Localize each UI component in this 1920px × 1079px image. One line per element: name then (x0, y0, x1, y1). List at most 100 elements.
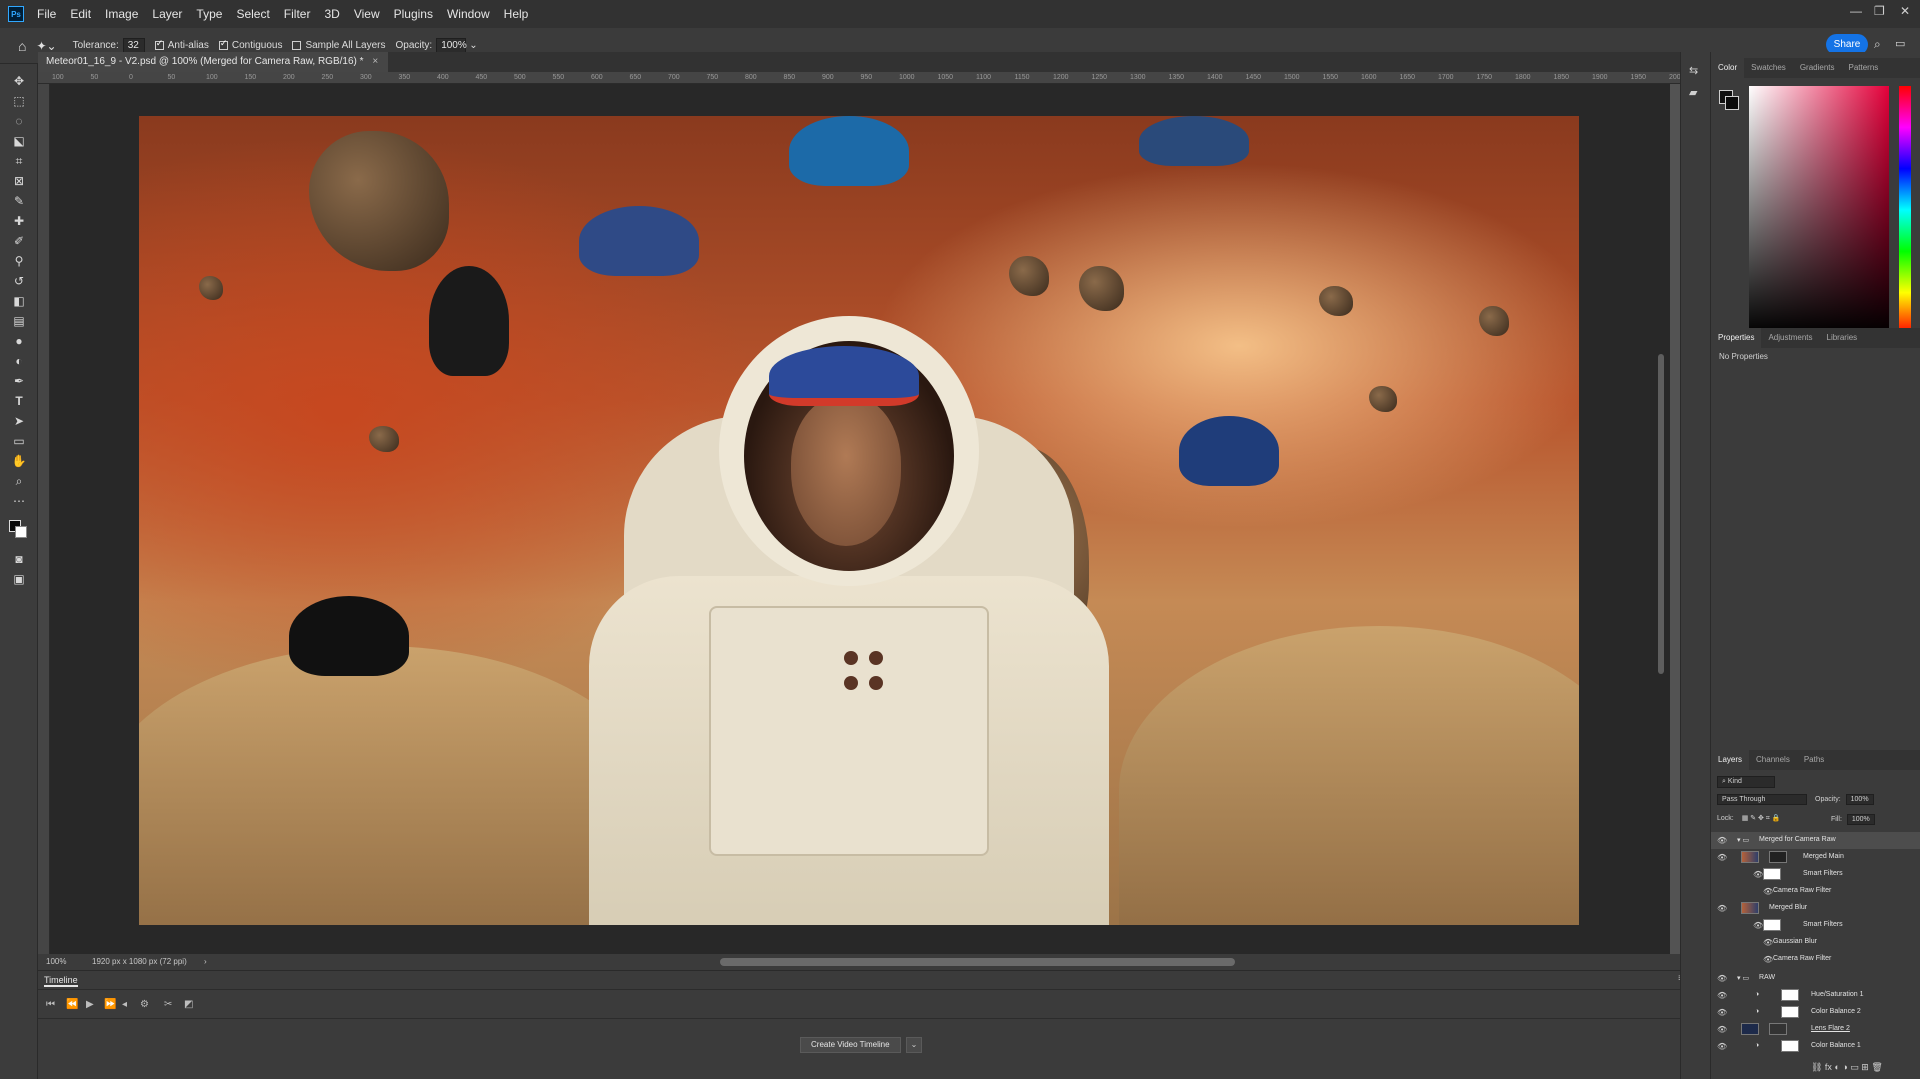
layer-row[interactable]: 👁 ◑ Color Balance 2 (1711, 1004, 1920, 1021)
menu-edit[interactable]: Edit (63, 7, 98, 21)
tab-swatches[interactable]: Swatches (1744, 58, 1793, 78)
settings-gear-icon[interactable]: ⚙ (140, 999, 149, 1010)
background-color-swatch[interactable] (15, 526, 27, 538)
healing-brush-tool-icon[interactable]: ✚ (11, 214, 27, 228)
gradient-tool-icon[interactable]: ▤ (11, 314, 27, 328)
hue-slider[interactable] (1899, 86, 1911, 334)
color-picker-field[interactable] (1749, 86, 1889, 334)
timeline-tab[interactable]: Timeline (44, 975, 78, 987)
tab-adjustments[interactable]: Adjustments (1761, 328, 1819, 348)
eraser-tool-icon[interactable]: ◧ (11, 294, 27, 308)
tab-libraries[interactable]: Libraries (1820, 328, 1865, 348)
menu-view[interactable]: View (347, 7, 387, 21)
tab-channels[interactable]: Channels (1749, 750, 1797, 770)
visibility-eye-icon[interactable]: 👁 (1763, 938, 1773, 947)
next-frame-icon[interactable]: ⏩ (104, 999, 116, 1010)
tab-layers[interactable]: Layers (1711, 750, 1750, 770)
anti-alias-checkbox[interactable]: Anti-alias (154, 38, 209, 51)
layer-row[interactable]: 👁 Merged Main (1711, 849, 1920, 866)
layer-row[interactable]: 👁 ▾ ▭ RAW (1711, 970, 1920, 987)
document-canvas[interactable] (139, 116, 1579, 925)
split-scissors-icon[interactable]: ✂ (164, 999, 172, 1010)
magic-wand-tool-icon[interactable]: ✦⌄ (36, 39, 56, 53)
layers-footer-icons[interactable]: ⛓ fx ◐ ◑ ▭ ⊞ 🗑 (1811, 1062, 1883, 1073)
dodge-tool-icon[interactable]: ◐ (11, 354, 27, 368)
sample-all-layers-checkbox[interactable]: Sample All Layers (292, 40, 386, 51)
transition-icon[interactable]: ◩ (184, 999, 193, 1010)
marquee-tool-icon[interactable]: ⬚ (11, 94, 27, 108)
close-tab-icon[interactable]: × (372, 56, 378, 67)
blur-tool-icon[interactable]: ● (11, 334, 27, 348)
document-info[interactable]: 1920 px x 1080 px (72 ppi) (92, 954, 187, 970)
lasso-tool-icon[interactable]: ◌ (11, 114, 27, 128)
layer-row[interactable]: 👁 Smart Filters (1711, 866, 1920, 883)
visibility-eye-icon[interactable]: 👁 (1753, 870, 1763, 879)
history-brush-tool-icon[interactable]: ↺ (11, 274, 27, 288)
quick-mask-icon[interactable]: ◙ (11, 552, 27, 566)
visibility-eye-icon[interactable]: 👁 (1763, 955, 1773, 964)
layer-row[interactable]: 👁 Lens Flare 2 (1711, 1021, 1920, 1038)
tab-color[interactable]: Color (1711, 58, 1745, 78)
visibility-eye-icon[interactable]: 👁 (1717, 974, 1727, 983)
move-tool-icon[interactable]: ✥ (11, 74, 27, 88)
zoom-level[interactable]: 100% (46, 954, 66, 970)
visibility-eye-icon[interactable]: 👁 (1717, 904, 1727, 913)
zoom-tool-icon[interactable]: ⌕ (11, 474, 27, 488)
visibility-eye-icon[interactable]: 👁 (1753, 921, 1763, 930)
audio-icon[interactable]: ◂ (122, 999, 127, 1010)
tab-patterns[interactable]: Patterns (1842, 58, 1886, 78)
tab-gradients[interactable]: Gradients (1793, 58, 1842, 78)
path-selection-tool-icon[interactable]: ➤ (11, 414, 27, 428)
contiguous-checkbox[interactable]: Contiguous (218, 38, 282, 51)
menu-file[interactable]: File (30, 7, 63, 21)
crop-tool-icon[interactable]: ⌗ (11, 154, 27, 168)
layer-row[interactable]: 👁 ◑ Hue/Saturation 1 (1711, 987, 1920, 1004)
eyedropper-tool-icon[interactable]: ✎ (11, 194, 27, 208)
status-arrow-icon[interactable]: › (204, 954, 207, 970)
canvas-area[interactable] (50, 84, 1670, 954)
first-frame-icon[interactable]: ⏮ (46, 999, 55, 1010)
blend-mode-select[interactable]: Pass Through (1717, 794, 1807, 805)
workspace-icon[interactable]: ▭ (1895, 37, 1905, 50)
more-tools-icon[interactable]: ⋯ (11, 494, 27, 508)
brush-tool-icon[interactable]: ✐ (11, 234, 27, 248)
previous-frame-icon[interactable]: ⏪ (66, 999, 78, 1010)
layer-row[interactable]: 👁 Camera Raw Filter (1711, 883, 1920, 900)
timeline-type-dropdown[interactable]: ⌄ (906, 1037, 922, 1053)
layer-row[interactable]: 👁 ◑ Color Balance 1 (1711, 1038, 1920, 1055)
minimize-button[interactable]: — (1850, 4, 1862, 18)
object-select-tool-icon[interactable]: ⬕ (11, 134, 27, 148)
close-window-button[interactable]: ✕ (1900, 4, 1910, 18)
comments-icon[interactable]: ▰ (1689, 86, 1697, 99)
visibility-eye-icon[interactable]: 👁 (1717, 853, 1727, 862)
menu-layer[interactable]: Layer (145, 7, 189, 21)
menu-window[interactable]: Window (440, 7, 497, 21)
tab-properties[interactable]: Properties (1711, 328, 1762, 348)
menu-filter[interactable]: Filter (277, 7, 318, 21)
kind-filter-select[interactable]: ⌕ Kind (1717, 776, 1775, 788)
fill-input[interactable]: 100% (1846, 814, 1875, 825)
play-icon[interactable]: ▶ (86, 999, 94, 1010)
visibility-eye-icon[interactable]: 👁 (1763, 887, 1773, 896)
visibility-eye-icon[interactable]: 👁 (1717, 1025, 1727, 1034)
pen-tool-icon[interactable]: ✒ (11, 374, 27, 388)
home-icon[interactable]: ⌂ (18, 38, 26, 54)
maximize-button[interactable]: ❐ (1874, 4, 1885, 18)
layer-row[interactable]: 👁 ▾ ▭ Merged for Camera Raw (1711, 832, 1920, 849)
layer-opacity-input[interactable]: 100% (1845, 794, 1874, 805)
tab-paths[interactable]: Paths (1797, 750, 1831, 770)
vertical-scrollbar[interactable] (1658, 354, 1664, 674)
search-icon[interactable]: ⌕ (1874, 37, 1881, 52)
clone-stamp-tool-icon[interactable]: ⚲ (11, 254, 27, 268)
background-color-chip[interactable] (1725, 96, 1739, 110)
layer-row[interactable]: 👁 Camera Raw Filter (1711, 951, 1920, 968)
horizontal-scrollbar[interactable] (720, 958, 1235, 966)
frame-tool-icon[interactable]: ⊠ (11, 174, 27, 188)
menu-select[interactable]: Select (229, 7, 276, 21)
lock-icons[interactable]: ▦ ✎ ✥ ⌗ 🔒 (1742, 815, 1781, 822)
visibility-eye-icon[interactable]: 👁 (1717, 836, 1727, 845)
layer-row[interactable]: 👁 Merged Blur (1711, 900, 1920, 917)
menu-image[interactable]: Image (98, 7, 145, 21)
screen-mode-icon[interactable]: ▣ (11, 572, 27, 586)
rectangle-tool-icon[interactable]: ▭ (11, 434, 27, 448)
